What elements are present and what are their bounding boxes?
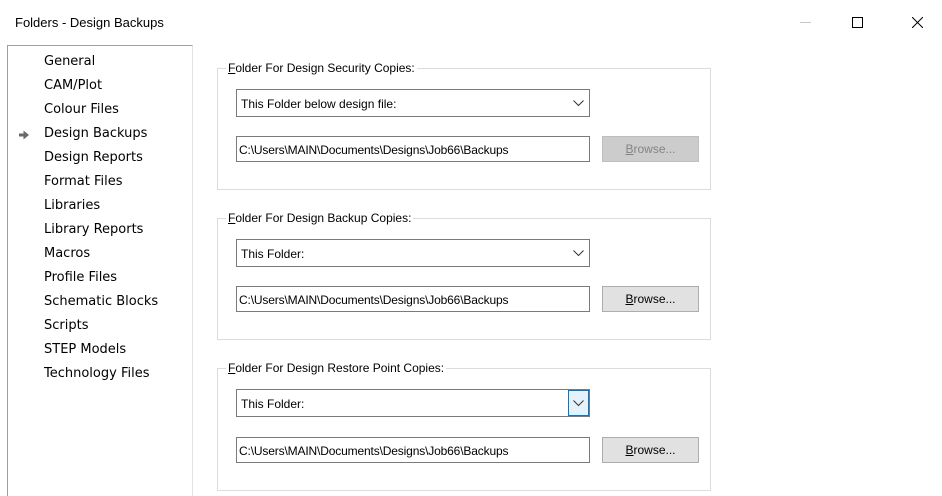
arrow-right-icon [19, 130, 29, 140]
path-value: C:\Users\MAIN\Documents\Designs\Job66\Ba… [239, 444, 509, 458]
group-title-text: older For Design Restore Point Copies: [235, 361, 445, 375]
group-title: Folder For Design Backup Copies: [226, 211, 414, 225]
button-label: rowse... [633, 142, 676, 156]
sidebar-item-design-reports[interactable]: Design Reports [8, 148, 192, 171]
sidebar-item-macros[interactable]: Macros [8, 244, 192, 267]
sidebar-item-label: CAM/Plot [44, 78, 103, 93]
path-value: C:\Users\MAIN\Documents\Designs\Job66\Ba… [239, 143, 509, 157]
mnemonic: B [625, 443, 634, 457]
sidebar-item-general[interactable]: General [8, 52, 192, 75]
sidebar-item-label: Libraries [44, 198, 101, 213]
minimize-button[interactable] [782, 0, 828, 44]
restore-point-copies-group: Folder For Design Restore Point Copies: … [217, 361, 711, 491]
restore-path-field[interactable]: C:\Users\MAIN\Documents\Designs\Job66\Ba… [236, 437, 590, 463]
combo-value: This Folder below design file: [241, 97, 397, 111]
dropdown-button[interactable] [568, 90, 589, 116]
sidebar-item-label: STEP Models [44, 342, 127, 357]
sidebar-item-libraries[interactable]: Libraries [8, 196, 192, 219]
combo-value: This Folder: [241, 247, 305, 261]
sidebar-item-colour-files[interactable]: Colour Files [8, 100, 192, 123]
settings-panel: Folder For Design Security Copies: This … [197, 45, 942, 496]
dropdown-button[interactable] [568, 390, 589, 416]
sidebar-item-cam-plot[interactable]: CAM/Plot [8, 76, 192, 99]
chevron-down-icon [573, 99, 584, 106]
sidebar-item-label: General [44, 54, 96, 69]
sidebar-item-label: Profile Files [44, 270, 118, 285]
minimize-icon [799, 21, 811, 23]
security-copies-group: Folder For Design Security Copies: This … [217, 61, 711, 190]
category-list[interactable]: General CAM/Plot Colour Files Design Bac… [7, 45, 193, 496]
sidebar-item-label: Colour Files [44, 102, 119, 117]
path-value: C:\Users\MAIN\Documents\Designs\Job66\Ba… [239, 293, 509, 307]
backup-copies-group: Folder For Design Backup Copies: This Fo… [217, 211, 711, 340]
sidebar-item-design-backups[interactable]: Design Backups [8, 124, 192, 147]
sidebar-item-technology-files[interactable]: Technology Files [8, 364, 192, 387]
maximize-icon [851, 16, 863, 28]
mnemonic: B [625, 292, 634, 306]
mnemonic: B [625, 142, 634, 156]
chevron-down-icon [573, 249, 584, 256]
sidebar-item-label: Macros [44, 246, 91, 261]
backup-browse-button[interactable]: Browse... [602, 286, 699, 312]
sidebar-item-step-models[interactable]: STEP Models [8, 340, 192, 363]
close-button[interactable] [894, 0, 940, 44]
chevron-down-icon [573, 399, 584, 406]
group-title-text: older For Design Backup Copies: [235, 211, 412, 225]
button-label: rowse... [633, 292, 676, 306]
sidebar-item-label: Scripts [44, 318, 89, 333]
sidebar-item-label: Library Reports [44, 222, 144, 237]
backup-path-field[interactable]: C:\Users\MAIN\Documents\Designs\Job66\Ba… [236, 286, 590, 312]
combo-value: This Folder: [241, 397, 305, 411]
sidebar-item-library-reports[interactable]: Library Reports [8, 220, 192, 243]
sidebar-item-format-files[interactable]: Format Files [8, 172, 192, 195]
restore-folder-combo[interactable]: This Folder: [236, 389, 590, 417]
button-label: rowse... [633, 443, 676, 457]
group-title: Folder For Design Restore Point Copies: [226, 361, 447, 375]
sidebar-item-label: Schematic Blocks [44, 294, 159, 309]
window-title: Folders - Design Backups [15, 15, 164, 30]
title-bar: Folders - Design Backups [0, 0, 942, 44]
backup-folder-combo[interactable]: This Folder: [236, 239, 590, 267]
maximize-button[interactable] [834, 0, 880, 44]
security-browse-button[interactable]: Browse... [602, 136, 699, 162]
restore-browse-button[interactable]: Browse... [602, 437, 699, 463]
sidebar-item-profile-files[interactable]: Profile Files [8, 268, 192, 291]
sidebar-item-label: Format Files [44, 174, 123, 189]
security-path-field[interactable]: C:\Users\MAIN\Documents\Designs\Job66\Ba… [236, 136, 590, 162]
sidebar-item-label: Design Reports [44, 150, 143, 165]
close-icon [911, 16, 923, 28]
security-folder-combo[interactable]: This Folder below design file: [236, 89, 590, 117]
dropdown-button[interactable] [568, 240, 589, 266]
group-title-text: older For Design Security Copies: [235, 61, 415, 75]
sidebar-item-schematic-blocks[interactable]: Schematic Blocks [8, 292, 192, 315]
sidebar-item-label: Design Backups [44, 126, 148, 141]
group-title: Folder For Design Security Copies: [226, 61, 417, 75]
sidebar-item-scripts[interactable]: Scripts [8, 316, 192, 339]
sidebar-item-label: Technology Files [44, 366, 150, 381]
